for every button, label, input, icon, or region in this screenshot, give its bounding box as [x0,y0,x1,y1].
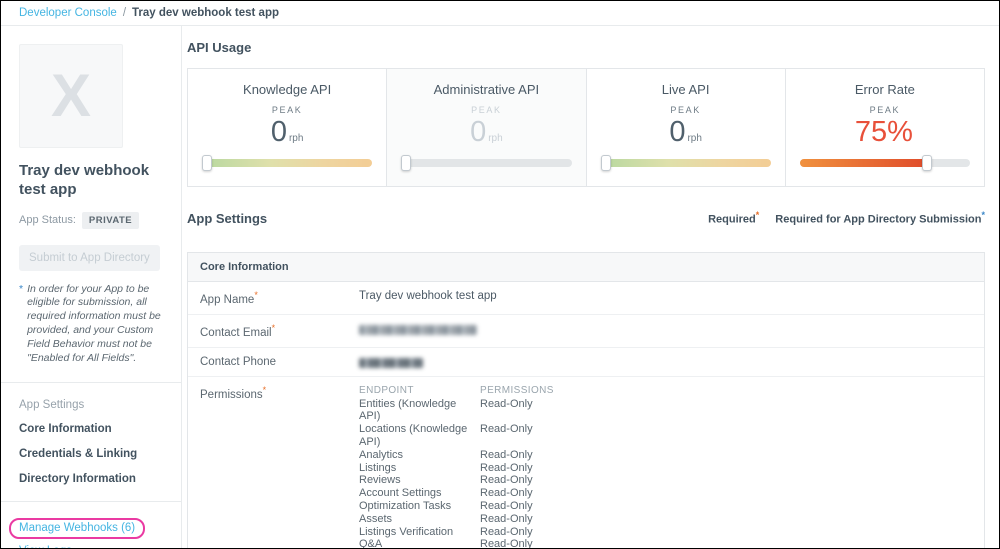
peak-label: PEAK [800,105,970,115]
error-rate-slider[interactable] [800,155,970,171]
permission-row: AssetsRead-Only [359,513,554,526]
required-asterisk: * [254,290,258,300]
usage-slider[interactable] [202,155,372,171]
usage-slider[interactable] [401,155,571,171]
panel-knowledge-api: Knowledge API PEAK 0rph [188,69,386,186]
unit-label: rph [289,133,303,144]
usage-slider[interactable] [601,155,771,171]
developer-console-screen: Developer Console / Tray dev webhook tes… [0,0,1000,549]
permission-row: AnalyticsRead-Only [359,449,554,462]
main-content: API Usage Knowledge API PEAK 0rph Admini… [182,26,999,548]
app-settings-title: App Settings [187,211,267,226]
panel-title: Error Rate [800,82,970,97]
note-asterisk: * [19,283,23,367]
unit-label: rph [687,133,701,144]
app-settings-header: App Settings Required* Required for App … [187,210,985,226]
permission-row: ListingsRead-Only [359,462,554,475]
permission-row: ReviewsRead-Only [359,474,554,487]
panel-title: Live API [601,82,771,97]
app-logo-placeholder: X [19,44,123,148]
note-text: In order for your App to be eligible for… [27,283,163,367]
view-logs-link[interactable]: View Logs [19,545,163,549]
permission-row: Locations (Knowledge API)Read-Only [359,423,554,449]
app-status-row: App Status: PRIVATE [19,212,163,229]
row-label: App Name* [200,290,359,306]
sidebar-item-credentials-linking[interactable]: Credentials & Linking [19,448,163,460]
sidebar-item-directory-information[interactable]: Directory Information [19,473,163,485]
peak-value: 0rph [202,117,372,147]
sidebar-divider [1,501,181,502]
sidebar-divider [1,382,181,383]
nav-section-app-settings: App Settings [19,399,163,411]
sidebar-item-core-information[interactable]: Core Information [19,423,163,435]
breadcrumb: Developer Console / Tray dev webhook tes… [1,1,999,26]
redacted-email-blur [359,325,477,335]
slider-handle[interactable] [601,155,611,171]
panel-live-api: Live API PEAK 0rph [586,69,785,186]
peak-label: PEAK [601,105,771,115]
x-logo-icon: X [51,66,91,126]
table-row-app-name: App Name* Tray dev webhook test app [188,282,984,315]
slider-track [601,159,771,167]
required-asterisk: * [756,210,760,220]
sidebar-action-links: Manage Webhooks (6) View Logs Delete App [19,518,163,549]
permission-row: Optimization TasksRead-Only [359,500,554,513]
row-value-redacted [359,356,423,368]
peak-value: 75% [800,117,970,147]
peak-label: PEAK [401,105,571,115]
permissions-list: ENDPOINT PERMISSIONS Entities (Knowledge… [359,385,554,548]
peak-label: PEAK [202,105,372,115]
panel-title: Administrative API [401,82,571,97]
app-title: Tray dev webhook test app [19,162,163,200]
panel-error-rate: Error Rate PEAK 75% [785,69,984,186]
permission-row: Listings VerificationRead-Only [359,526,554,539]
row-label: Permissions* [200,385,359,548]
slider-handle[interactable] [922,155,932,171]
status-badge: PRIVATE [82,212,139,229]
api-usage-panels: Knowledge API PEAK 0rph Administrative A… [187,68,985,187]
row-value: Tray dev webhook test app [359,290,497,306]
permissions-column-headers: ENDPOINT PERMISSIONS [359,385,554,398]
required-asterisk: * [272,323,276,333]
required-legend: Required* [708,210,759,226]
redacted-phone-blur [359,358,423,368]
peak-value: 0rph [601,117,771,147]
api-usage-title: API Usage [187,40,985,55]
app-status-label: App Status: [19,214,76,226]
submit-to-app-directory-button[interactable]: Submit to App Directory [19,245,160,271]
legend-required-labels: Required* Required for App Directory Sub… [708,210,985,226]
slider-track [202,159,372,167]
breadcrumb-separator: / [123,7,126,19]
submission-note: * In order for your App to be eligible f… [19,283,163,367]
table-header-core-information: Core Information [188,253,984,282]
slider-track [401,159,571,167]
row-value-redacted [359,323,477,339]
annotation-highlight: Manage Webhooks (6) [9,518,145,539]
panel-administrative-api: Administrative API PEAK 0rph [386,69,585,186]
row-label: Contact Phone [200,356,359,368]
breadcrumb-link-developer-console[interactable]: Developer Console [19,7,117,19]
table-row-permissions: Permissions* ENDPOINT PERMISSIONS Entiti… [188,377,984,548]
permission-row: Account SettingsRead-Only [359,487,554,500]
unit-label: rph [488,133,502,144]
table-row-contact-email: Contact Email* [188,315,984,348]
required-directory-legend: Required for App Directory Submission* [775,210,985,226]
slider-fill [800,159,928,167]
directory-required-asterisk: * [981,210,985,220]
manage-webhooks-link[interactable]: Manage Webhooks (6) [19,522,135,534]
table-row-contact-phone: Contact Phone [188,348,984,377]
permission-row: Entities (Knowledge API)Read-Only [359,398,554,424]
breadcrumb-current-app: Tray dev webhook test app [132,7,279,19]
permission-row: Q&ARead-Only [359,538,554,548]
panel-title: Knowledge API [202,82,372,97]
core-information-table: Core Information App Name* Tray dev webh… [187,252,985,548]
peak-value: 0rph [401,117,571,147]
slider-handle[interactable] [202,155,212,171]
required-asterisk: * [263,385,267,395]
row-label: Contact Email* [200,323,359,339]
slider-handle[interactable] [401,155,411,171]
app-sidebar: X Tray dev webhook test app App Status: … [1,26,182,548]
